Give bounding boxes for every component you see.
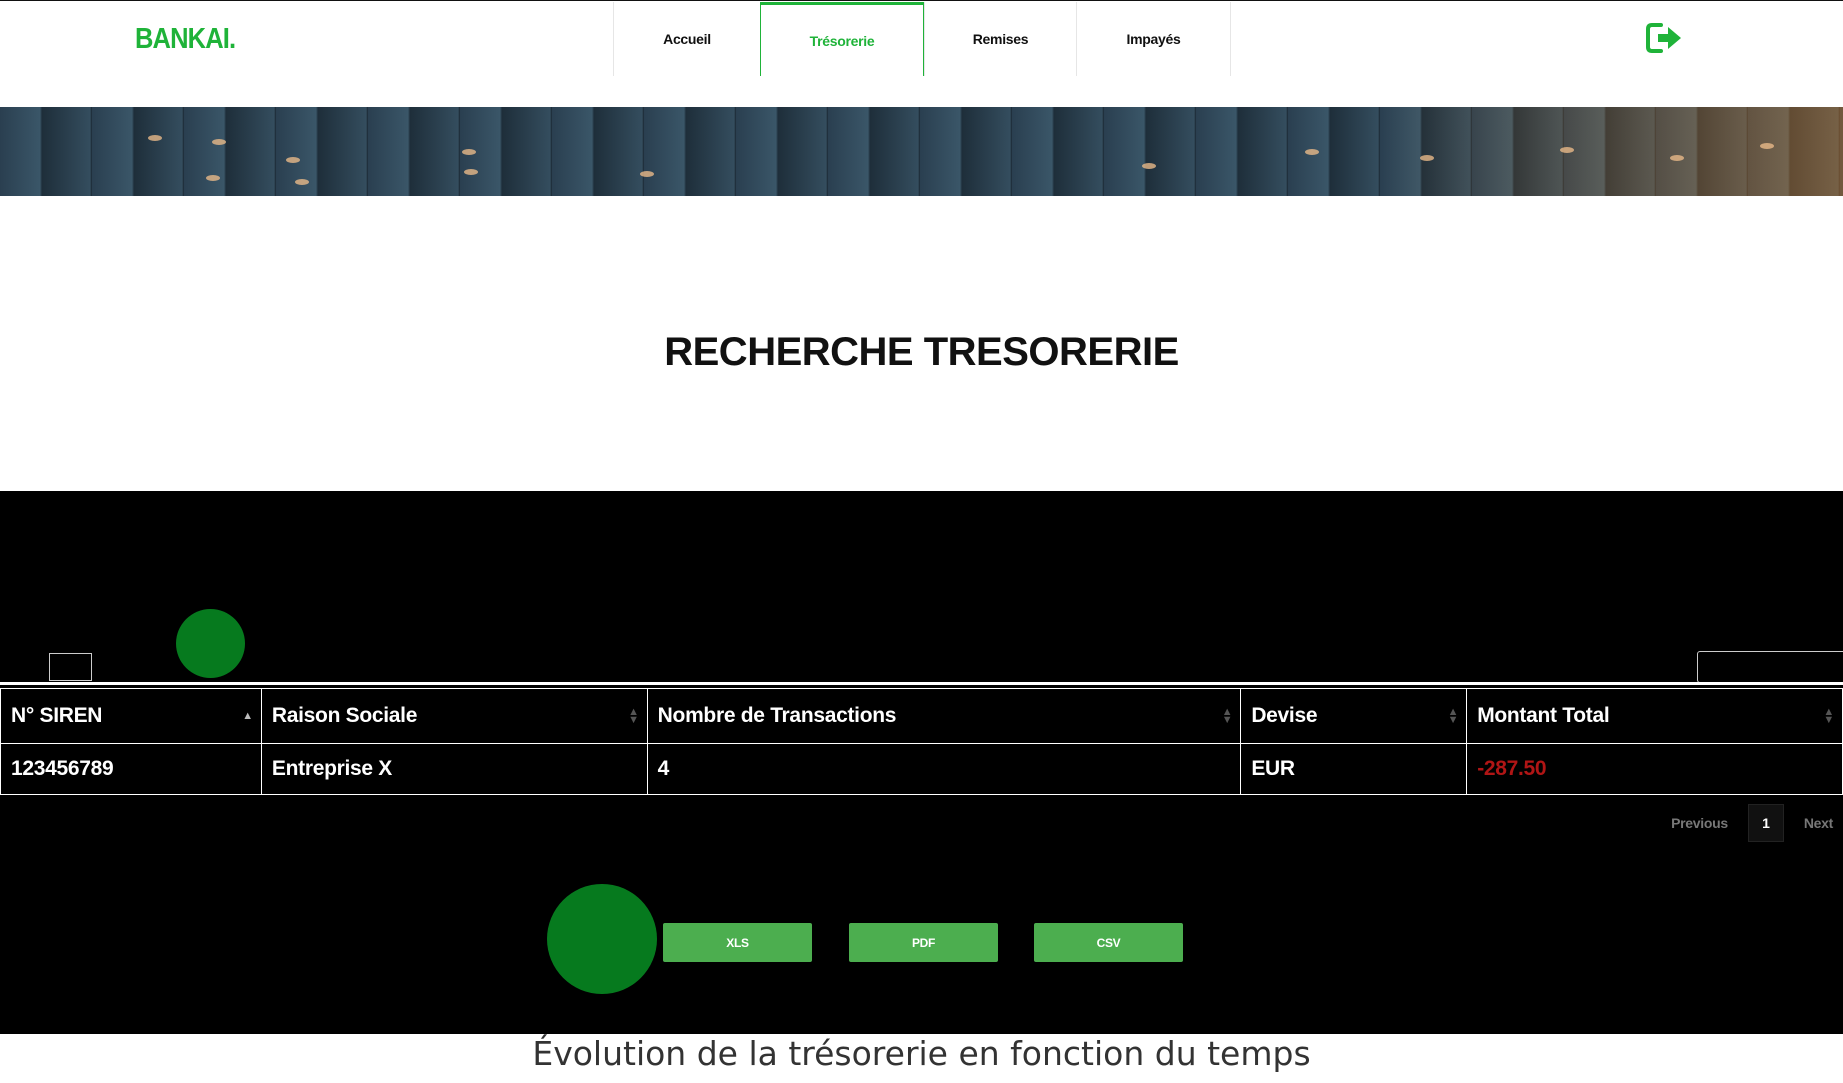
table-header-row: N° SIREN ▲ Raison Sociale ▲ ▼ Nombre de T… [0, 688, 1843, 744]
results-panel: N° SIREN ▲ Raison Sociale ▲ ▼ Nombre de T… [0, 491, 1843, 1034]
col-header-siren[interactable]: N° SIREN ▲ [0, 688, 262, 744]
col-header-montant-total[interactable]: Montant Total ▲ ▼ [1466, 688, 1843, 744]
cell-siren: 123456789 [0, 743, 262, 795]
sort-both-icon: ▲ ▼ [1221, 706, 1233, 726]
sort-both-icon: ▲ ▼ [1823, 706, 1834, 726]
pagination-page-1[interactable]: 1 [1747, 804, 1784, 842]
cell-raison-sociale: Entreprise X [260, 743, 648, 795]
col-header-devise[interactable]: Devise ▲ ▼ [1240, 688, 1468, 744]
hero-banner-image [0, 107, 1843, 196]
export-csv-button[interactable]: CSV [1034, 923, 1183, 962]
main-nav: Accueil Trésorerie Remises Impayés [613, 2, 1231, 76]
tresorerie-table: N° SIREN ▲ Raison Sociale ▲ ▼ Nombre de T… [0, 688, 1843, 795]
pagination-next[interactable]: Next [1804, 815, 1833, 831]
top-navbar: BANKAI. Accueil Trésorerie Remises Impay… [0, 0, 1843, 108]
nav-accueil[interactable]: Accueil [613, 2, 760, 76]
cell-montant-total: -287.50 [1466, 743, 1843, 795]
loading-indicator-circle [176, 609, 245, 678]
chart-title: Évolution de la trésorerie en fonction d… [532, 1034, 1311, 1073]
entries-length-select[interactable] [49, 653, 92, 681]
loading-indicator-circle [547, 884, 657, 994]
cell-devise: EUR [1240, 743, 1468, 795]
pagination-previous[interactable]: Previous [1671, 815, 1728, 831]
table-search-input[interactable] [1697, 651, 1843, 683]
export-pdf-button[interactable]: PDF [849, 923, 998, 962]
pagination: Previous 1 Next [1671, 804, 1843, 842]
table-divider [0, 682, 1843, 685]
export-xls-button[interactable]: XLS [663, 923, 812, 962]
table-row[interactable]: 123456789 Entreprise X 4 EUR -287.50 [0, 743, 1843, 795]
page-title: RECHERCHE TRESORERIE [664, 330, 1179, 374]
sort-both-icon: ▲ ▼ [628, 706, 639, 726]
nav-tresorerie[interactable]: Trésorerie [760, 2, 924, 76]
cell-nombre-transactions: 4 [646, 743, 1242, 795]
col-header-nombre-transactions[interactable]: Nombre de Transactions ▲ ▼ [646, 688, 1242, 744]
nav-remises[interactable]: Remises [924, 2, 1076, 76]
col-header-raison-sociale[interactable]: Raison Sociale ▲ ▼ [260, 688, 648, 744]
sort-asc-icon: ▲ [242, 710, 253, 722]
logout-arrow-icon[interactable] [1646, 21, 1684, 55]
sort-both-icon: ▲ ▼ [1447, 706, 1459, 726]
brand-logo[interactable]: BANKAI. [135, 23, 236, 56]
nav-impayes[interactable]: Impayés [1076, 2, 1231, 76]
